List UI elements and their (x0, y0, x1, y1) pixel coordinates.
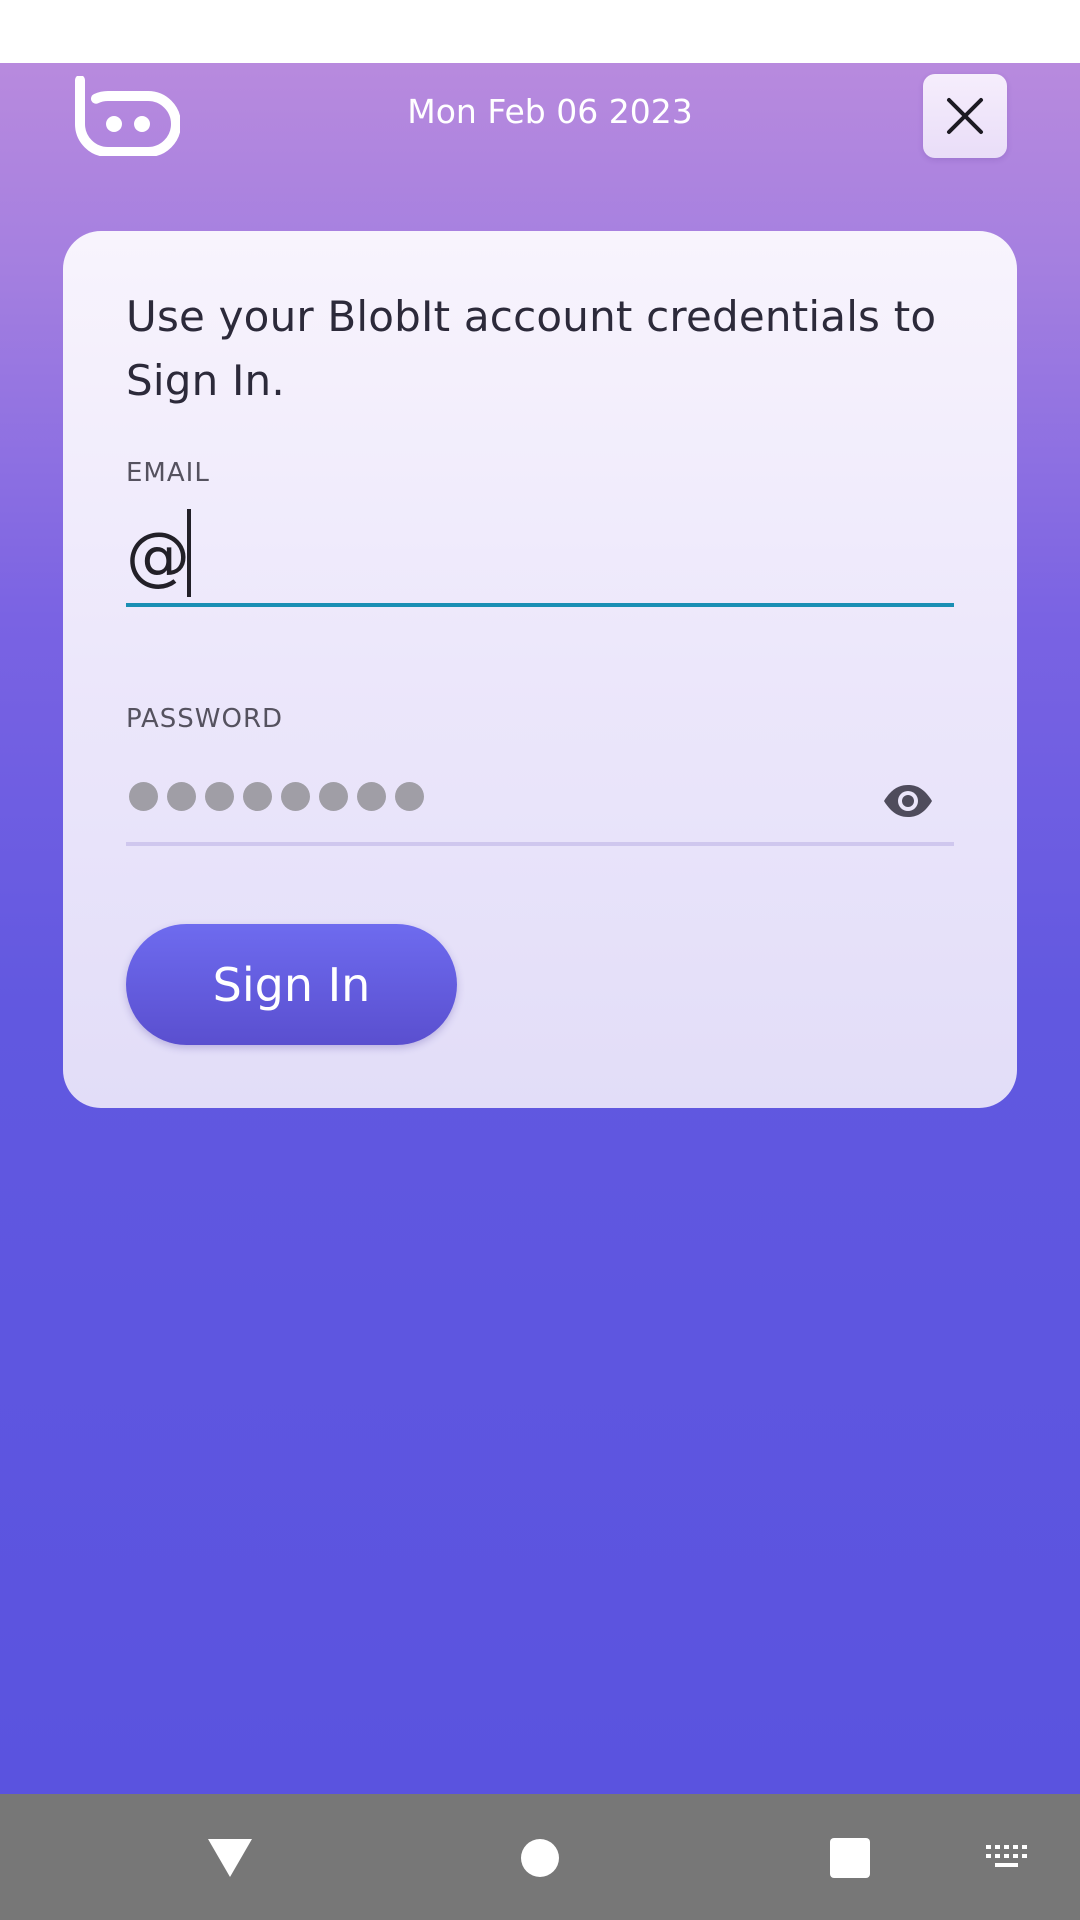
password-dot (319, 781, 348, 811)
email-underline (126, 603, 954, 607)
password-dot (205, 781, 234, 811)
back-button[interactable] (200, 1832, 260, 1882)
show-password-button[interactable] (878, 775, 938, 827)
password-dot (357, 781, 386, 811)
keyboard-switch-button[interactable] (984, 1842, 1030, 1876)
intro-text: Use your BlobIt account credentials to S… (126, 292, 937, 405)
password-dot (167, 781, 196, 811)
recents-button[interactable] (826, 1834, 874, 1882)
blobit-logo-icon (72, 75, 181, 157)
close-button[interactable] (923, 74, 1007, 158)
password-field[interactable] (129, 776, 424, 816)
home-button[interactable] (516, 1834, 564, 1882)
password-dot (281, 781, 310, 811)
back-triangle-icon (208, 1839, 252, 1877)
keyboard-icon (986, 1845, 1027, 1867)
system-navigation-bar (0, 1794, 1080, 1920)
status-bar (0, 0, 1080, 63)
date-label: Mon Feb 06 2023 (407, 92, 693, 131)
password-dot (395, 781, 424, 811)
password-dot (243, 781, 272, 811)
close-icon (947, 98, 983, 134)
text-cursor (187, 509, 191, 597)
sign-in-button[interactable]: Sign In (126, 924, 457, 1045)
sign-in-card: Use your BlobIt account credentials to S… (63, 231, 1017, 1108)
password-dot (129, 781, 158, 811)
password-underline (126, 842, 954, 846)
email-field[interactable]: @ (126, 517, 190, 597)
password-label: PASSWORD (126, 704, 284, 734)
recents-square-icon (830, 1838, 870, 1878)
email-label: EMAIL (126, 458, 210, 488)
home-circle-icon (521, 1839, 559, 1877)
eye-icon (884, 785, 932, 817)
